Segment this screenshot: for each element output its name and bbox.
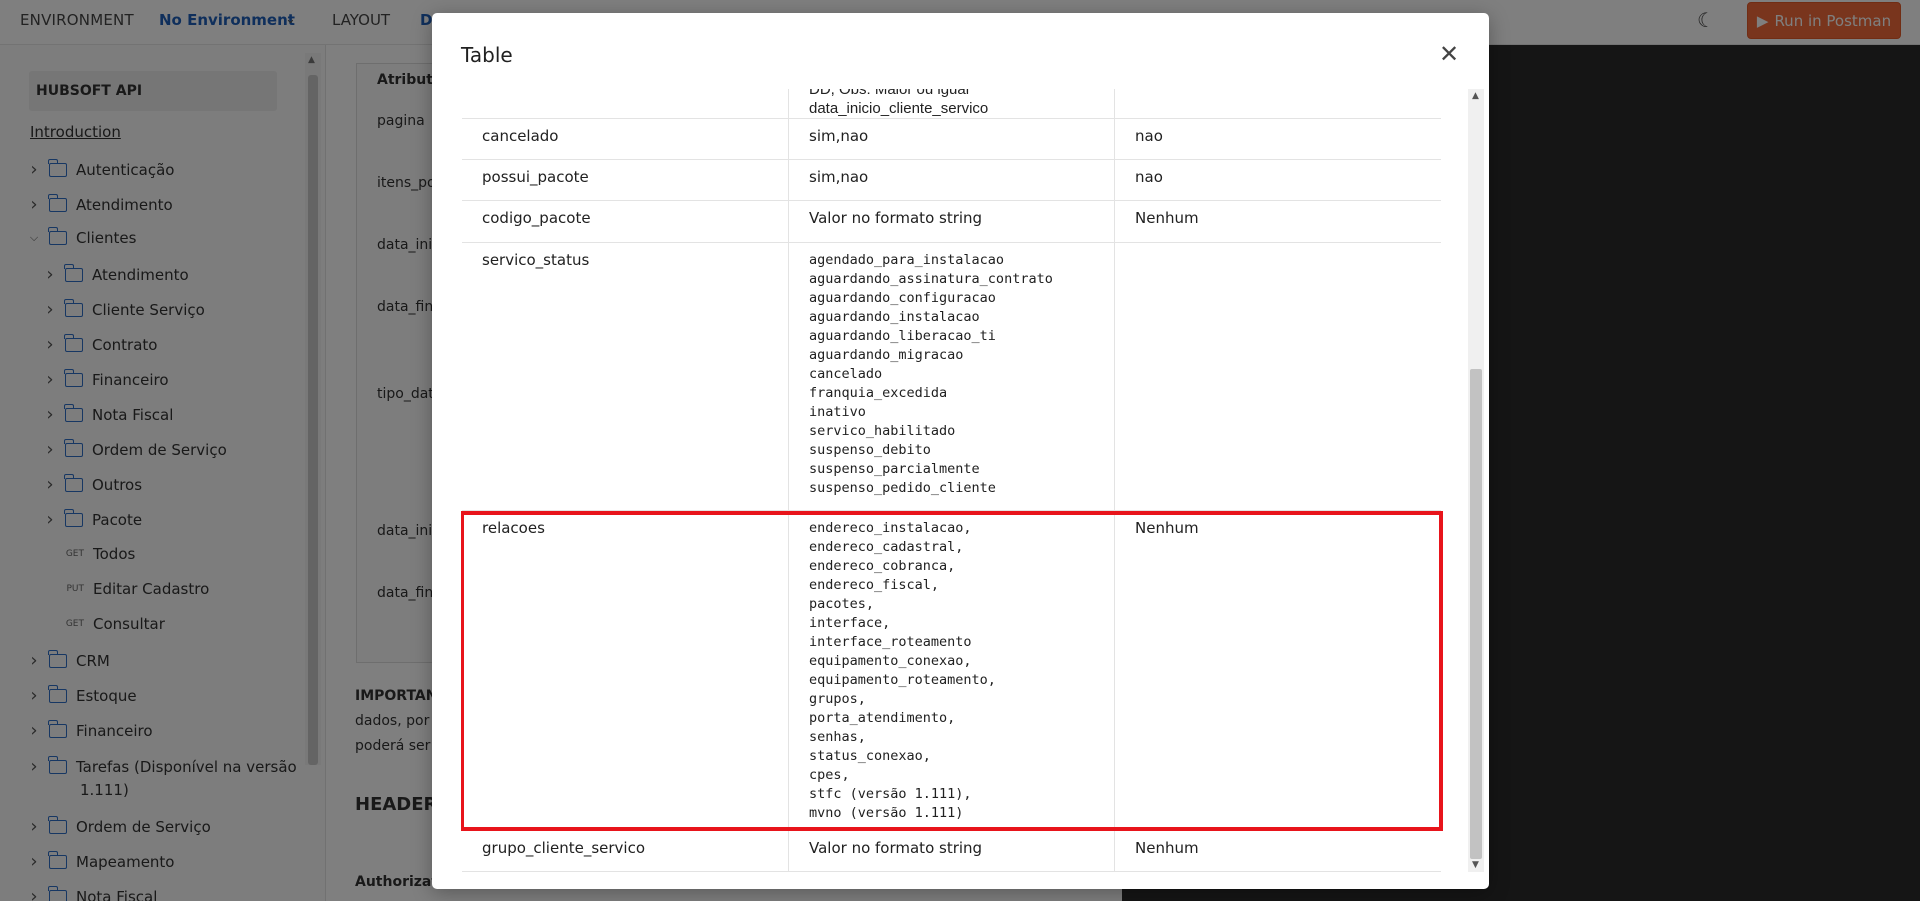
param-values: sim,nao: [788, 160, 1114, 200]
table-modal: Table ✕ DD, Obs: Maior ou igual data_inic…: [432, 13, 1489, 889]
value-item: cancelado: [809, 366, 883, 382]
value-item: pacotes,: [809, 596, 875, 612]
value-item: interface,: [809, 615, 891, 631]
value-item: aguardando_migracao: [809, 347, 964, 363]
param-default: nao: [1114, 160, 1441, 200]
param-name: cancelado: [482, 127, 559, 145]
param-values: DD, Obs: Maior ou igual data_inicio_clien…: [788, 89, 1114, 118]
value-item: aguardando_instalacao: [809, 309, 980, 325]
value-item: aguardando_assinatura_contrato: [809, 271, 1053, 287]
scroll-up-icon[interactable]: ▲: [1472, 91, 1479, 101]
modal-title: Table: [461, 43, 513, 67]
value-item: suspenso_pedido_cliente: [809, 480, 996, 496]
value-item: status_conexao,: [809, 748, 931, 764]
param-default: Nenhum: [1114, 201, 1441, 242]
table-row: possui_pacote sim,nao nao: [462, 160, 1441, 201]
value-item: endereco_cobranca,: [809, 558, 956, 574]
param-name: possui_pacote: [482, 168, 589, 186]
param-default: [1114, 89, 1441, 118]
param-name: relacoes: [482, 519, 545, 537]
modal-body: DD, Obs: Maior ou igual data_inicio_clien…: [461, 89, 1469, 872]
modal-scrollbar[interactable]: ▲ ▼: [1468, 89, 1484, 872]
param-name: servico_status: [482, 251, 590, 269]
param-default: nao: [1114, 119, 1441, 159]
table-row: servico_status agendado_para_instalacao ag…: [462, 243, 1441, 511]
param-values: agendado_para_instalacao aguardando_assin…: [788, 243, 1114, 510]
param-default: Nenhum: [1114, 831, 1441, 871]
param-values: Valor no formato string: [788, 831, 1114, 871]
param-name: [462, 89, 788, 118]
scroll-down-icon[interactable]: ▼: [1472, 860, 1479, 870]
param-name: codigo_pacote: [482, 209, 591, 227]
value-item: endereco_instalacao,: [809, 520, 972, 536]
table-row: cancelado sim,nao nao: [462, 119, 1441, 160]
scrollbar-thumb[interactable]: [1470, 369, 1482, 859]
value-item: aguardando_liberacao_ti: [809, 328, 996, 344]
table-row: codigo_pacote Valor no formato string Nenh…: [462, 201, 1441, 243]
table-row: relacoes endereco_instalacao, endereco_cad…: [462, 511, 1441, 831]
value-item: data_inicio_cliente_servico: [809, 100, 989, 117]
value-item: mvno (versão 1.111): [809, 805, 964, 821]
value-item: suspenso_parcialmente: [809, 461, 980, 477]
value-item: suspenso_debito: [809, 442, 931, 458]
value-item: endereco_cadastral,: [809, 539, 964, 555]
value-item: porta_atendimento,: [809, 710, 956, 726]
close-icon[interactable]: ✕: [1435, 40, 1463, 68]
value-item: cpes,: [809, 767, 850, 783]
param-default: Nenhum: [1114, 511, 1441, 830]
param-name: grupo_cliente_servico: [482, 839, 646, 857]
table-row: DD, Obs: Maior ou igual data_inicio_clien…: [462, 89, 1441, 119]
param-values: endereco_instalacao, endereco_cadastral,e…: [788, 511, 1114, 830]
value-item: servico_habilitado: [809, 423, 956, 439]
param-default: [1114, 243, 1441, 510]
value-item: endereco_fiscal,: [809, 577, 940, 593]
value-item: inativo: [809, 404, 866, 420]
value-item: aguardando_configuracao: [809, 290, 996, 306]
value-item: franquia_excedida: [809, 385, 948, 401]
value-item: interface_roteamento: [809, 634, 972, 650]
value-item: senhas,: [809, 729, 866, 745]
value-item: DD, Obs: Maior ou igual: [809, 89, 970, 98]
value-item: grupos,: [809, 691, 866, 707]
param-values: Valor no formato string: [788, 201, 1114, 242]
value-item: stfc (versão 1.111),: [809, 786, 972, 802]
value-item: equipamento_roteamento,: [809, 672, 996, 688]
param-values: sim,nao: [788, 119, 1114, 159]
table-row: grupo_cliente_servico Valor no formato st…: [462, 831, 1441, 872]
value-item: equipamento_conexao,: [809, 653, 972, 669]
value-item: agendado_para_instalacao: [809, 252, 1005, 268]
